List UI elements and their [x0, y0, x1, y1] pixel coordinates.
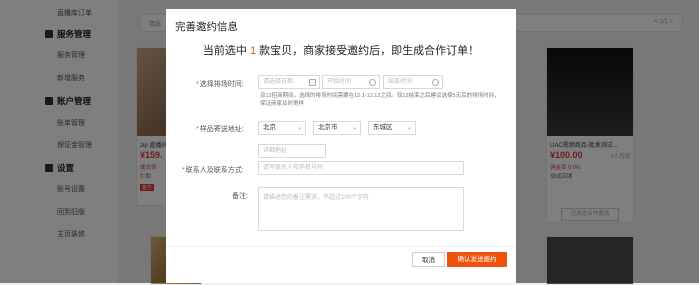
clock-icon: [369, 79, 376, 86]
address-label: *样品寄送地址:: [196, 126, 244, 133]
remark-textarea[interactable]: 请描述您的备注需求，不超过100个字符: [258, 187, 464, 231]
chevron-down-icon: ⌄: [351, 125, 357, 131]
contact-label: *联系人及联系方式:: [182, 167, 244, 174]
modal-title: 完善邀约信息: [175, 21, 238, 33]
end-time-picker[interactable]: 结束时间: [383, 75, 443, 89]
schedule-label: *选择排场时间:: [196, 81, 244, 88]
chevron-down-icon: ⌄: [296, 125, 302, 131]
invitation-modal: 完善邀约信息 当前选中 1 款宝贝，商家接受邀约后，即生成合作订单！ *选择排场…: [166, 9, 516, 283]
date-picker[interactable]: 请选择日期: [258, 75, 320, 89]
schedule-note: 双12招商期间，选择的排场时间需要在12.1-12.12之间。双12结束之后建议…: [260, 93, 500, 107]
divider: [166, 246, 516, 247]
chevron-down-icon: ⌄: [406, 125, 412, 131]
clock-icon: [432, 79, 439, 86]
confirm-invite-button[interactable]: 确认发送邀约: [447, 252, 507, 267]
city-select[interactable]: 北京市 ⌄: [313, 121, 361, 135]
contact-input[interactable]: 请写联系人和手机号码: [258, 161, 464, 175]
start-time-picker[interactable]: 开始时间: [322, 75, 380, 89]
selection-summary: 当前选中 1 款宝贝，商家接受邀约后，即生成合作订单！: [202, 45, 480, 57]
detail-address-input[interactable]: 详细地址: [258, 144, 326, 158]
remark-label: 备注:: [232, 193, 248, 200]
province-select[interactable]: 北京 ⌄: [258, 121, 306, 135]
calendar-icon: [309, 79, 316, 86]
district-select[interactable]: 东城区 ⌄: [368, 121, 416, 135]
cancel-button[interactable]: 取消: [412, 252, 445, 267]
